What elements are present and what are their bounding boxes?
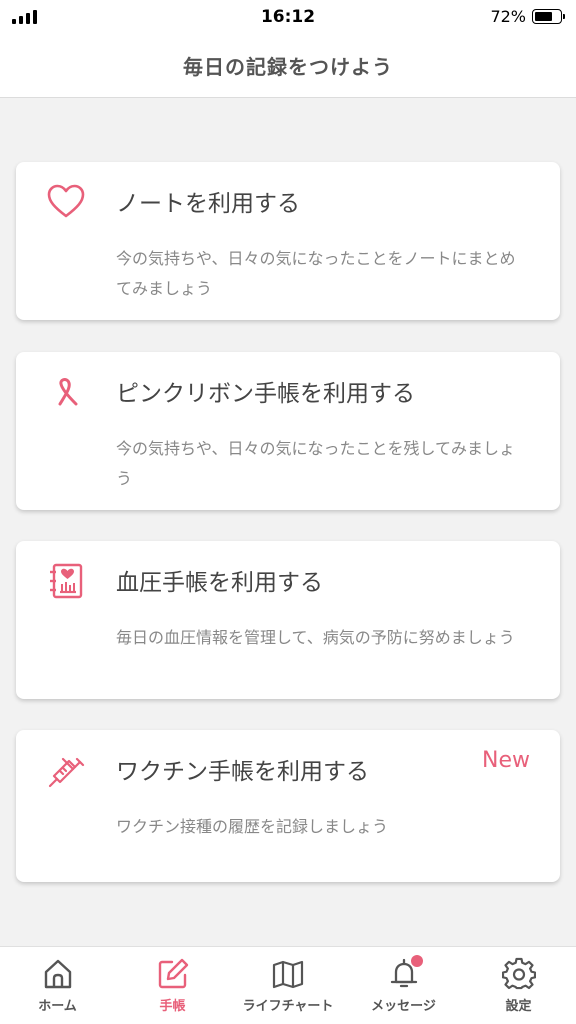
blood-pressure-notebook-icon bbox=[50, 563, 83, 599]
card-title: ワクチン手帳を利用する bbox=[116, 759, 369, 785]
gear-icon bbox=[501, 957, 536, 990]
card-description: 今の気持ちや、日々の気になったことを残してみましょう bbox=[116, 439, 516, 488]
status-bar: 16:12 72% bbox=[0, 0, 576, 34]
card-title: ノートを利用する bbox=[116, 191, 300, 217]
tab-label: 手帳 bbox=[159, 999, 186, 1014]
tab-bar: ホーム 手帳 ライフチャート メッセージ 設定 bbox=[0, 946, 576, 1024]
card-title: 血圧手帳を利用する bbox=[116, 570, 323, 596]
home-icon bbox=[44, 959, 71, 989]
card-description: 毎日の血圧情報を管理して、病気の予防に努めましょう bbox=[116, 628, 515, 647]
tab-notebook[interactable]: 手帳 bbox=[115, 947, 230, 1024]
card-title: ピンクリボン手帳を利用する bbox=[116, 381, 415, 407]
bell-icon-wrapper bbox=[387, 955, 423, 991]
tab-settings[interactable]: 設定 bbox=[461, 947, 576, 1024]
battery-percentage: 72% bbox=[490, 7, 526, 26]
tab-label: ライフチャート bbox=[242, 999, 334, 1014]
tab-label: 設定 bbox=[505, 999, 532, 1014]
tab-messages[interactable]: メッセージ bbox=[346, 947, 461, 1024]
syringe-icon bbox=[48, 757, 85, 788]
tab-label: メッセージ bbox=[371, 999, 436, 1014]
tab-label: ホーム bbox=[38, 999, 77, 1014]
note-card[interactable]: ノートを利用する 今の気持ちや、日々の気になったことをノートにまとめてみましょう bbox=[16, 162, 560, 320]
battery-status: 72% bbox=[490, 7, 565, 26]
notification-dot bbox=[410, 955, 423, 967]
pink-ribbon-icon bbox=[58, 378, 78, 406]
pink-ribbon-card[interactable]: ピンクリボン手帳を利用する 今の気持ちや、日々の気になったことを残してみましょう bbox=[16, 352, 560, 510]
blood-pressure-card[interactable]: 血圧手帳を利用する 毎日の血圧情報を管理して、病気の予防に努めましょう bbox=[16, 541, 560, 699]
tab-life-chart[interactable]: ライフチャート bbox=[230, 947, 346, 1024]
edit-note-icon bbox=[158, 958, 188, 989]
new-badge: New bbox=[482, 748, 530, 773]
heart-icon bbox=[47, 184, 85, 218]
tab-home[interactable]: ホーム bbox=[0, 947, 115, 1024]
battery-icon bbox=[532, 9, 565, 24]
map-icon bbox=[272, 960, 304, 989]
card-description: ワクチン接種の履歴を記録しましょう bbox=[116, 817, 389, 836]
vaccine-card[interactable]: ワクチン手帳を利用する New ワクチン接種の履歴を記録しましょう bbox=[16, 730, 560, 882]
navigation-header: 毎日の記録をつけよう bbox=[0, 34, 576, 98]
card-description: 今の気持ちや、日々の気になったことをノートにまとめてみましょう bbox=[116, 249, 516, 298]
page-title: 毎日の記録をつけよう bbox=[183, 55, 393, 79]
